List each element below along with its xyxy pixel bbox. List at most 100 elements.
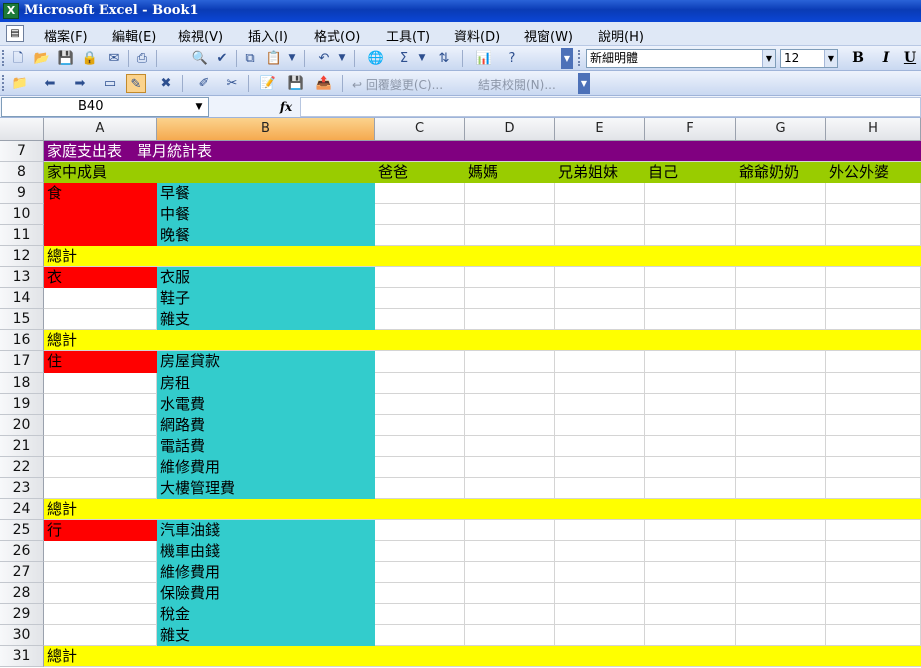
empty-cell[interactable] (645, 582, 736, 605)
empty-cell[interactable] (645, 204, 736, 226)
members-label[interactable]: 家中成員 (44, 162, 375, 183)
empty-cell[interactable] (826, 540, 921, 562)
menu-item-6[interactable]: 工具(T) (386, 26, 430, 45)
item-cell[interactable]: 房屋貸款 (157, 351, 375, 373)
row-header[interactable]: 12 (0, 246, 44, 268)
member-header[interactable]: 自己 (645, 162, 736, 183)
toolbar-options-icon[interactable]: ▼ (578, 73, 590, 94)
cell-a[interactable] (44, 456, 157, 478)
empty-cell[interactable] (645, 309, 736, 331)
item-cell[interactable]: 保險費用 (157, 582, 375, 605)
item-cell[interactable]: 中餐 (157, 204, 375, 226)
empty-cell[interactable] (645, 225, 736, 247)
hyperlink-icon[interactable]: 🌐 (366, 49, 386, 68)
empty-cell[interactable] (826, 351, 921, 373)
empty-cell[interactable] (736, 435, 826, 457)
empty-cell[interactable] (555, 625, 645, 647)
save-icon[interactable]: 💾 (56, 49, 76, 68)
paste-dropdown-icon[interactable]: ▼ (286, 49, 298, 68)
member-header[interactable]: 兄弟姐妹 (555, 162, 645, 183)
empty-cell[interactable] (555, 225, 645, 247)
row-header[interactable]: 17 (0, 351, 44, 373)
edit-comment-icon[interactable]: ✎ (126, 74, 146, 93)
menu-item-8[interactable]: 視窗(W) (524, 26, 573, 45)
item-cell[interactable]: 機車由錢 (157, 540, 375, 562)
worksheet[interactable]: ABCDEFGH 7 家庭支出表 單月統計表 8 家中成員 爸爸 媽媽 兄弟姐妹 自己 爺爺奶奶… (0, 118, 921, 668)
item-cell[interactable]: 雜支 (157, 625, 375, 647)
empty-cell[interactable] (645, 267, 736, 289)
empty-cell[interactable] (375, 435, 465, 457)
member-header[interactable]: 爸爸 (375, 162, 465, 183)
cell-a[interactable] (44, 393, 157, 415)
empty-cell[interactable] (465, 625, 555, 647)
empty-cell[interactable] (555, 393, 645, 415)
insert-function-icon[interactable]: fx (276, 98, 296, 116)
reply-changes-button[interactable]: ↩ 回覆變更(C)... (352, 76, 443, 93)
total-label[interactable]: 總計 (44, 646, 921, 668)
toolbar-grip[interactable] (578, 50, 581, 66)
show-comment-icon[interactable]: ▭ (100, 74, 120, 93)
empty-cell[interactable] (555, 435, 645, 457)
empty-cell[interactable] (375, 625, 465, 647)
empty-cell[interactable] (645, 183, 736, 205)
category-cell[interactable]: 衣 (44, 267, 157, 289)
empty-cell[interactable] (736, 225, 826, 247)
empty-cell[interactable] (555, 309, 645, 331)
font-size-select[interactable]: 12 ▼ (780, 49, 838, 68)
row-header[interactable]: 14 (0, 288, 44, 310)
menu-item-2[interactable]: 編輯(E) (112, 26, 156, 45)
empty-cell[interactable] (736, 309, 826, 331)
cell-a[interactable] (44, 435, 157, 457)
empty-cell[interactable] (645, 561, 736, 583)
font-name-select[interactable]: 新細明體 ▼ (586, 49, 776, 68)
empty-cell[interactable] (555, 414, 645, 436)
cell-a[interactable] (44, 288, 157, 310)
empty-cell[interactable] (645, 414, 736, 436)
empty-cell[interactable] (736, 372, 826, 394)
row-header[interactable]: 19 (0, 393, 44, 415)
empty-cell[interactable] (826, 561, 921, 583)
formula-input[interactable] (300, 97, 921, 117)
empty-cell[interactable] (736, 604, 826, 626)
empty-cell[interactable] (826, 183, 921, 205)
empty-cell[interactable] (826, 267, 921, 289)
select-all-button[interactable] (0, 118, 44, 141)
empty-cell[interactable] (465, 477, 555, 499)
column-header-d[interactable]: D (465, 118, 555, 141)
category-cell[interactable]: 食 (44, 183, 157, 205)
print-icon[interactable]: ⎙ (132, 49, 152, 68)
empty-cell[interactable] (555, 561, 645, 583)
empty-cell[interactable] (826, 582, 921, 605)
cell-a[interactable] (44, 625, 157, 647)
item-cell[interactable]: 維修費用 (157, 561, 375, 583)
bold-button[interactable]: B (848, 49, 868, 68)
empty-cell[interactable] (375, 309, 465, 331)
row-header[interactable]: 21 (0, 435, 44, 457)
row-header[interactable]: 24 (0, 498, 44, 520)
empty-cell[interactable] (555, 267, 645, 289)
row-header[interactable]: 22 (0, 456, 44, 478)
empty-cell[interactable] (375, 414, 465, 436)
cell-a[interactable] (44, 414, 157, 436)
empty-cell[interactable] (375, 456, 465, 478)
help-icon[interactable]: ? (502, 49, 522, 68)
empty-cell[interactable] (555, 183, 645, 205)
empty-cell[interactable] (736, 625, 826, 647)
empty-cell[interactable] (736, 414, 826, 436)
next-comment-icon[interactable]: ➡ (70, 74, 90, 93)
empty-cell[interactable] (826, 414, 921, 436)
row-header[interactable]: 27 (0, 561, 44, 583)
row-header[interactable]: 30 (0, 625, 44, 647)
track-changes-icon[interactable]: 📝 (258, 74, 278, 93)
empty-cell[interactable] (826, 309, 921, 331)
empty-cell[interactable] (736, 456, 826, 478)
cell-a[interactable] (44, 604, 157, 626)
category-cell[interactable]: 住 (44, 351, 157, 373)
empty-cell[interactable] (736, 561, 826, 583)
name-box[interactable]: B40 ▼ (1, 97, 209, 117)
empty-cell[interactable] (736, 351, 826, 373)
cell-a[interactable] (44, 204, 157, 226)
member-header[interactable]: 媽媽 (465, 162, 555, 183)
empty-cell[interactable] (645, 351, 736, 373)
empty-cell[interactable] (645, 435, 736, 457)
